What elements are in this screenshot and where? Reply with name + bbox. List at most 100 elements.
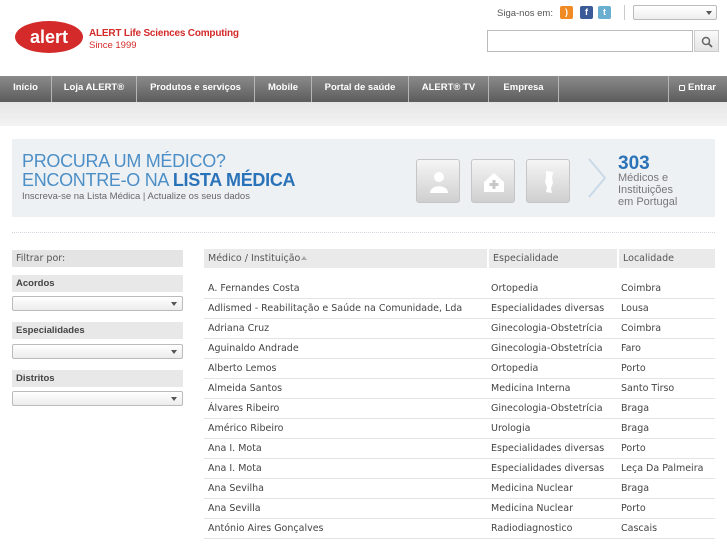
row-localidade: Porto: [621, 503, 646, 514]
table-row[interactable]: Alberto Lemos Ortopedia Porto: [204, 359, 715, 379]
table-row[interactable]: Almeida Santos Medicina Interna Santo Tirs…: [204, 379, 715, 399]
divider: [12, 232, 715, 233]
chevron-down-icon: [171, 397, 177, 401]
row-especialidade: Ginecologia-Obstetrícia: [491, 323, 603, 334]
filter-title-acordos: Acordos: [12, 275, 183, 292]
row-localidade: Coimbra: [621, 283, 662, 294]
hospital-icon: [484, 173, 504, 192]
row-especialidade: Ginecologia-Obstetrícia: [491, 343, 603, 354]
row-medico[interactable]: Américo Ribeiro: [204, 419, 487, 439]
nav-item-mobile[interactable]: Mobile: [255, 76, 312, 102]
institution-tile[interactable]: [471, 159, 515, 203]
table-row[interactable]: Adriana Cruz Ginecologia-Obstetrícia Coimb…: [204, 319, 715, 339]
doctor-tile[interactable]: [416, 159, 460, 203]
banner-headline-2: ENCONTRE-O NA LISTA MÉDICA: [22, 170, 296, 190]
row-localidade: Cascais: [621, 523, 658, 534]
row-medico[interactable]: António Aires Gonçalves: [204, 519, 487, 539]
row-especialidade: Ortopedia: [491, 283, 539, 294]
table-row[interactable]: A. Fernandes Costa Ortopedia Coimbra: [204, 279, 715, 299]
portugal-map-tile[interactable]: [526, 159, 570, 203]
row-medico[interactable]: Adriana Cruz: [204, 319, 487, 339]
table-row[interactable]: Aguinaldo Andrade Ginecologia-Obstetrícia…: [204, 339, 715, 359]
row-medico[interactable]: Almeida Santos: [204, 379, 487, 399]
acordos-select[interactable]: [12, 296, 183, 311]
chevron-down-icon: [706, 11, 712, 15]
login-label: Entrar: [688, 82, 716, 93]
row-especialidade: Especialidades diversas: [491, 303, 605, 314]
brand-name: ALERT Life Sciences Computing: [89, 28, 239, 39]
row-medico[interactable]: Ana I. Mota: [204, 439, 487, 459]
column-header-localidade[interactable]: Localidade: [617, 249, 715, 268]
row-especialidade: Radiodiagnostico: [491, 523, 573, 534]
nav-item-empresa[interactable]: Empresa: [489, 76, 559, 102]
nav-item-loja[interactable]: Loja ALERT®: [52, 76, 137, 102]
nav-item-inicio[interactable]: Início: [0, 76, 52, 102]
row-especialidade: Urologia: [491, 423, 531, 434]
divider: [624, 5, 625, 20]
row-especialidade: Especialidades diversas: [491, 463, 605, 474]
table-row[interactable]: Ana I. Mota Especialidades diversas Porto: [204, 439, 715, 459]
filter-title-distritos: Distritos: [12, 370, 183, 387]
row-especialidade: Ortopedia: [491, 363, 539, 374]
row-localidade: Leça Da Palmeira: [621, 463, 704, 474]
table-header: Médico / Instituição Especialidade Local…: [204, 249, 715, 268]
search-button[interactable]: [694, 30, 719, 52]
row-localidade: Braga: [621, 423, 650, 434]
chevron-down-icon: [171, 302, 177, 306]
site-header: alert ALERT Life Sciences Computing Sinc…: [0, 0, 727, 76]
banner-headline: PROCURA UM MÉDICO?: [22, 151, 226, 171]
table-row[interactable]: Ana Sevilla Medicina Nuclear Porto: [204, 499, 715, 519]
filter-title-especialidades: Especialidades: [12, 322, 183, 339]
table-row[interactable]: Ana Sevilha Medicina Nuclear Braga: [204, 479, 715, 499]
login-button[interactable]: Entrar: [668, 76, 727, 102]
lista-medica-banner[interactable]: PROCURA UM MÉDICO? ENCONTRE-O NA LISTA M…: [12, 139, 715, 217]
main-navigation: Início Loja ALERT® Produtos e serviços M…: [0, 76, 727, 102]
row-medico[interactable]: A. Fernandes Costa: [204, 279, 487, 299]
sub-navigation-bar: [0, 102, 727, 126]
row-especialidade: Medicina Nuclear: [491, 503, 573, 514]
row-medico[interactable]: Aguinaldo Andrade: [204, 339, 487, 359]
row-especialidade: Medicina Interna: [491, 383, 571, 394]
chevron-right-icon: [588, 158, 607, 198]
search-icon: [701, 36, 713, 48]
sort-ascending-icon[interactable]: [301, 256, 308, 260]
logo-text: alert: [30, 27, 68, 47]
table-row[interactable]: António Aires Gonçalves Radiodiagnostico C…: [204, 519, 715, 539]
row-localidade: Faro: [621, 343, 641, 354]
filter-heading: Filtrar por:: [12, 250, 183, 267]
table-row[interactable]: Adlismed - Reabilitação e Saúde na Comun…: [204, 299, 715, 319]
row-localidade: Lousa: [621, 303, 649, 314]
row-medico[interactable]: Ana Sevilla: [204, 499, 487, 519]
facebook-icon[interactable]: f: [580, 6, 593, 19]
row-especialidade: Especialidades diversas: [491, 443, 605, 454]
column-header-especialidade[interactable]: Especialidade: [487, 249, 617, 268]
column-header-medico[interactable]: Médico / Instituição: [204, 249, 487, 268]
portugal-map-icon: [545, 171, 553, 193]
nav-item-produtos[interactable]: Produtos e serviços: [137, 76, 255, 102]
row-localidade: Santo Tirso: [621, 383, 675, 394]
row-medico[interactable]: Ana Sevilha: [204, 479, 487, 499]
chevron-down-icon: [171, 350, 177, 354]
follow-label: Siga-nos em:: [497, 8, 553, 19]
row-medico[interactable]: Ana I. Mota: [204, 459, 487, 479]
row-medico[interactable]: Adlismed - Reabilitação e Saúde na Comun…: [204, 299, 487, 319]
row-medico[interactable]: Álvares Ribeiro: [204, 399, 487, 419]
row-localidade: Porto: [621, 443, 646, 454]
row-localidade: Braga: [621, 403, 650, 414]
twitter-icon[interactable]: t: [598, 6, 611, 19]
rss-icon[interactable]: ): [560, 6, 573, 19]
language-select[interactable]: [633, 5, 717, 20]
row-especialidade: Ginecologia-Obstetrícia: [491, 403, 603, 414]
row-medico[interactable]: Alberto Lemos: [204, 359, 487, 379]
distritos-select[interactable]: [12, 391, 183, 406]
table-row[interactable]: Américo Ribeiro Urologia Braga: [204, 419, 715, 439]
search-input[interactable]: [487, 30, 693, 52]
nav-item-portal[interactable]: Portal de saúde: [312, 76, 409, 102]
nav-item-tv[interactable]: ALERT® TV: [409, 76, 489, 102]
lock-icon: [679, 85, 685, 91]
table-row[interactable]: Ana I. Mota Especialidades diversas Leça D…: [204, 459, 715, 479]
alert-logo[interactable]: alert: [14, 20, 84, 54]
row-localidade: Porto: [621, 363, 646, 374]
table-row[interactable]: Álvares Ribeiro Ginecologia-Obstetrícia Br…: [204, 399, 715, 419]
especialidades-select[interactable]: [12, 344, 183, 359]
